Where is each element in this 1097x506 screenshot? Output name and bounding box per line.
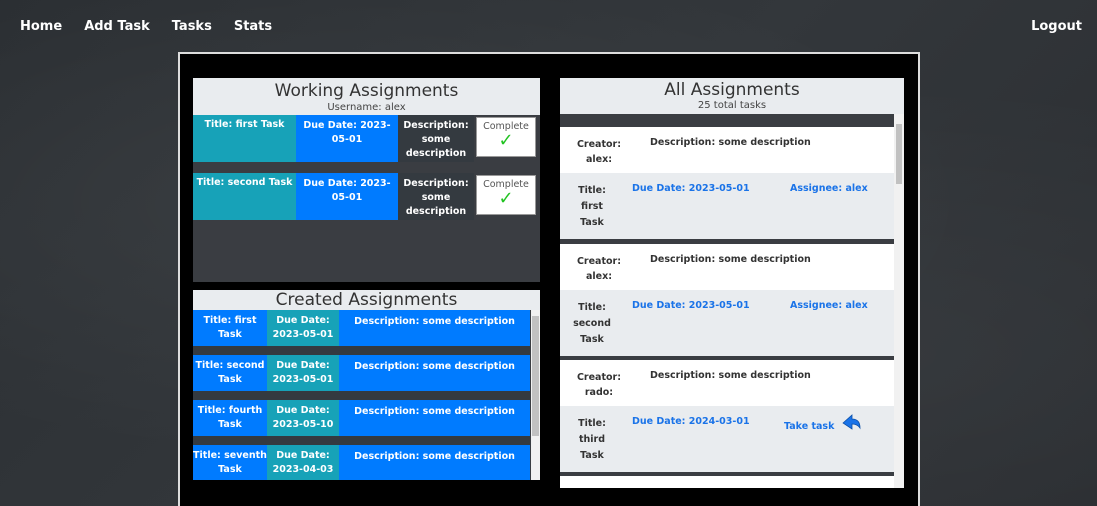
card-bottom: Title: third Task Due Date: 2024-03-01 T… <box>560 406 894 472</box>
take-task-arrow-icon <box>840 412 862 437</box>
created-row: Title: second Task Due Date: 2023-05-01 … <box>193 355 530 391</box>
card-title: Title: first Task <box>578 185 606 228</box>
all-total-count: 25 total tasks <box>697 100 767 111</box>
nav-tasks-link[interactable]: Tasks <box>172 19 212 34</box>
card-creator: Creator: alex: <box>576 256 622 282</box>
card-due: Due Date: 2024-03-01 <box>632 416 750 427</box>
created-row-description: Description: some description <box>339 445 530 480</box>
created-header: Created Assignments <box>193 290 540 310</box>
all-assignments-panel: All Assignments 25 total tasks Creator: … <box>560 78 904 488</box>
card-top: Creator: alex: Description: some descrip… <box>560 127 894 173</box>
nav-home-link[interactable]: Home <box>20 19 62 34</box>
working-title: Working Assignments <box>274 81 459 101</box>
nav-stats-link[interactable]: Stats <box>234 19 272 34</box>
card-due: Due Date: 2023-05-01 <box>632 300 750 311</box>
created-row-title: Title: first Task <box>193 310 267 346</box>
row-divider <box>193 391 530 400</box>
working-row-description: Description: some description <box>398 173 474 220</box>
created-title: Created Assignments <box>275 290 458 310</box>
take-task-button[interactable]: Take task <box>784 414 862 437</box>
assignment-card <box>560 476 894 488</box>
card-assignee: Assignee: alex <box>790 183 868 194</box>
assignment-card: Creator: alex: Description: some descrip… <box>560 244 894 356</box>
row-divider <box>193 346 530 355</box>
complete-button[interactable]: Complete ✓ <box>476 117 536 157</box>
working-header: Working Assignments Username: alex <box>193 78 540 115</box>
card-creator: Creator: rado: <box>576 372 622 398</box>
card-description: Description: some description <box>650 254 811 265</box>
created-row: Title: fourth Task Due Date: 2023-05-10 … <box>193 400 530 436</box>
created-row-title: Title: second Task <box>193 355 267 391</box>
nav-add-task-link[interactable]: Add Task <box>84 19 150 34</box>
working-row-description: Description: some description <box>398 115 474 162</box>
card-title: Title: third Task <box>578 418 606 461</box>
created-assignments-panel: Created Assignments Title: first Task Du… <box>193 290 540 480</box>
created-row-description: Description: some description <box>339 400 530 436</box>
card-top: Creator: rado: Description: some descrip… <box>560 360 894 406</box>
row-divider <box>193 436 530 445</box>
card-bottom: Title: first Task Due Date: 2023-05-01 A… <box>560 173 894 239</box>
created-row-due: Due Date: 2023-05-01 <box>267 310 339 346</box>
card-creator: Creator: alex: <box>576 139 622 165</box>
created-scrollbar-thumb[interactable] <box>532 316 539 436</box>
created-row-due: Due Date: 2023-04-03 <box>267 445 339 480</box>
card-top: Creator: alex: Description: some descrip… <box>560 244 894 290</box>
created-row: Title: first Task Due Date: 2023-05-01 D… <box>193 310 530 346</box>
checkmark-icon: ✓ <box>498 130 514 151</box>
created-row-due: Due Date: 2023-05-01 <box>267 355 339 391</box>
take-task-label: Take task <box>784 421 835 432</box>
working-row-due: Due Date: 2023-05-01 <box>296 173 398 220</box>
all-title: All Assignments <box>664 80 800 100</box>
created-row-due: Due Date: 2023-05-10 <box>267 400 339 436</box>
card-title: Title: second Task <box>573 302 611 345</box>
all-header: All Assignments 25 total tasks <box>560 78 904 114</box>
created-row-title: Title: seventh Task <box>193 445 267 480</box>
checkmark-icon: ✓ <box>498 188 514 209</box>
card-assignee: Assignee: alex <box>790 300 868 311</box>
nav-logout-link[interactable]: Logout <box>1031 19 1082 34</box>
working-row-title: Title: first Task <box>193 115 296 162</box>
card-bottom: Title: second Task Due Date: 2023-05-01 … <box>560 290 894 356</box>
created-row-description: Description: some description <box>339 355 530 391</box>
card-description: Description: some description <box>650 137 811 148</box>
working-assignments-panel: Working Assignments Username: alex Title… <box>193 78 540 282</box>
created-row: Title: seventh Task Due Date: 2023-04-03… <box>193 445 530 480</box>
created-row-title: Title: fourth Task <box>193 400 267 436</box>
all-scrollbar[interactable] <box>894 114 904 488</box>
assignment-card: Creator: alex: Description: some descrip… <box>560 127 894 239</box>
working-username: Username: alex <box>327 102 406 113</box>
card-due: Due Date: 2023-05-01 <box>632 183 750 194</box>
created-row-description: Description: some description <box>339 310 530 346</box>
working-row-due: Due Date: 2023-05-01 <box>296 115 398 162</box>
working-row: Title: second Task Due Date: 2023-05-01 … <box>193 173 540 220</box>
created-scrollbar[interactable] <box>531 310 540 480</box>
assignment-card: Creator: rado: Description: some descrip… <box>560 360 894 472</box>
working-row: Title: first Task Due Date: 2023-05-01 D… <box>193 115 540 162</box>
working-row-title: Title: second Task <box>193 173 296 220</box>
all-scrollbar-thumb[interactable] <box>896 124 902 184</box>
complete-button[interactable]: Complete ✓ <box>476 175 536 215</box>
navbar: Home Add Task Tasks Stats <box>0 0 1097 52</box>
card-description: Description: some description <box>650 370 811 381</box>
